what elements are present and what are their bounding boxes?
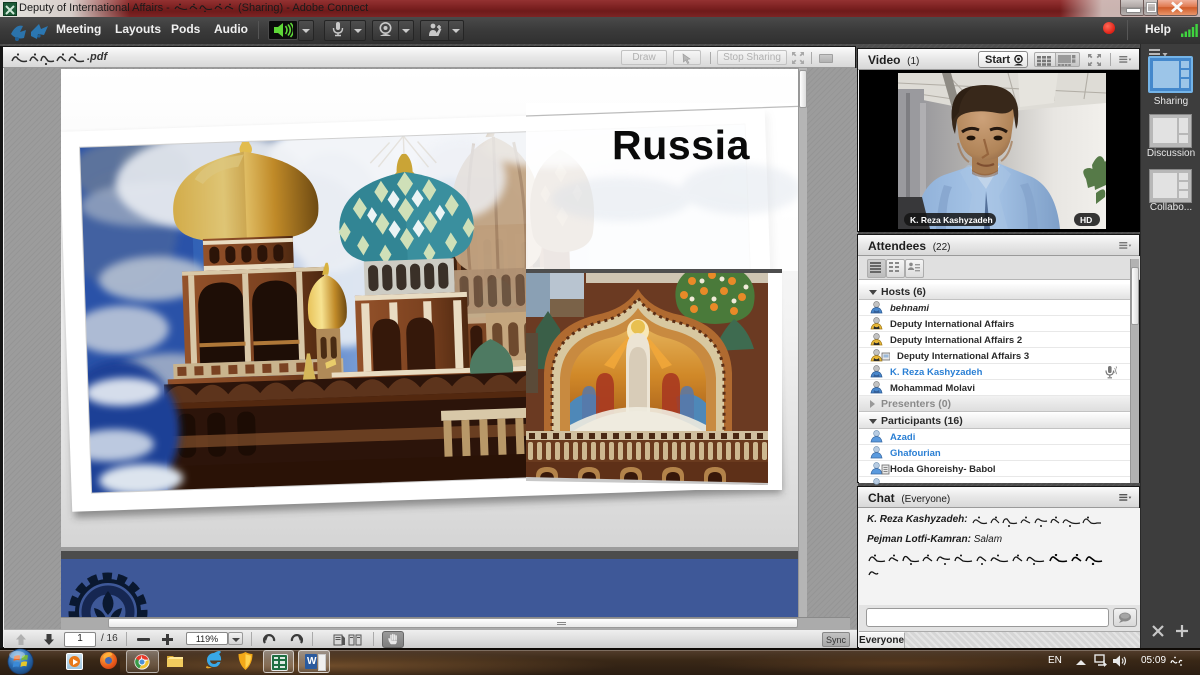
svg-text:Russia: Russia [612,122,751,168]
svg-text:K. Reza Kashyzadeh: K. Reza Kashyzadeh [910,215,993,225]
svg-text:HD: HD [1080,215,1092,225]
